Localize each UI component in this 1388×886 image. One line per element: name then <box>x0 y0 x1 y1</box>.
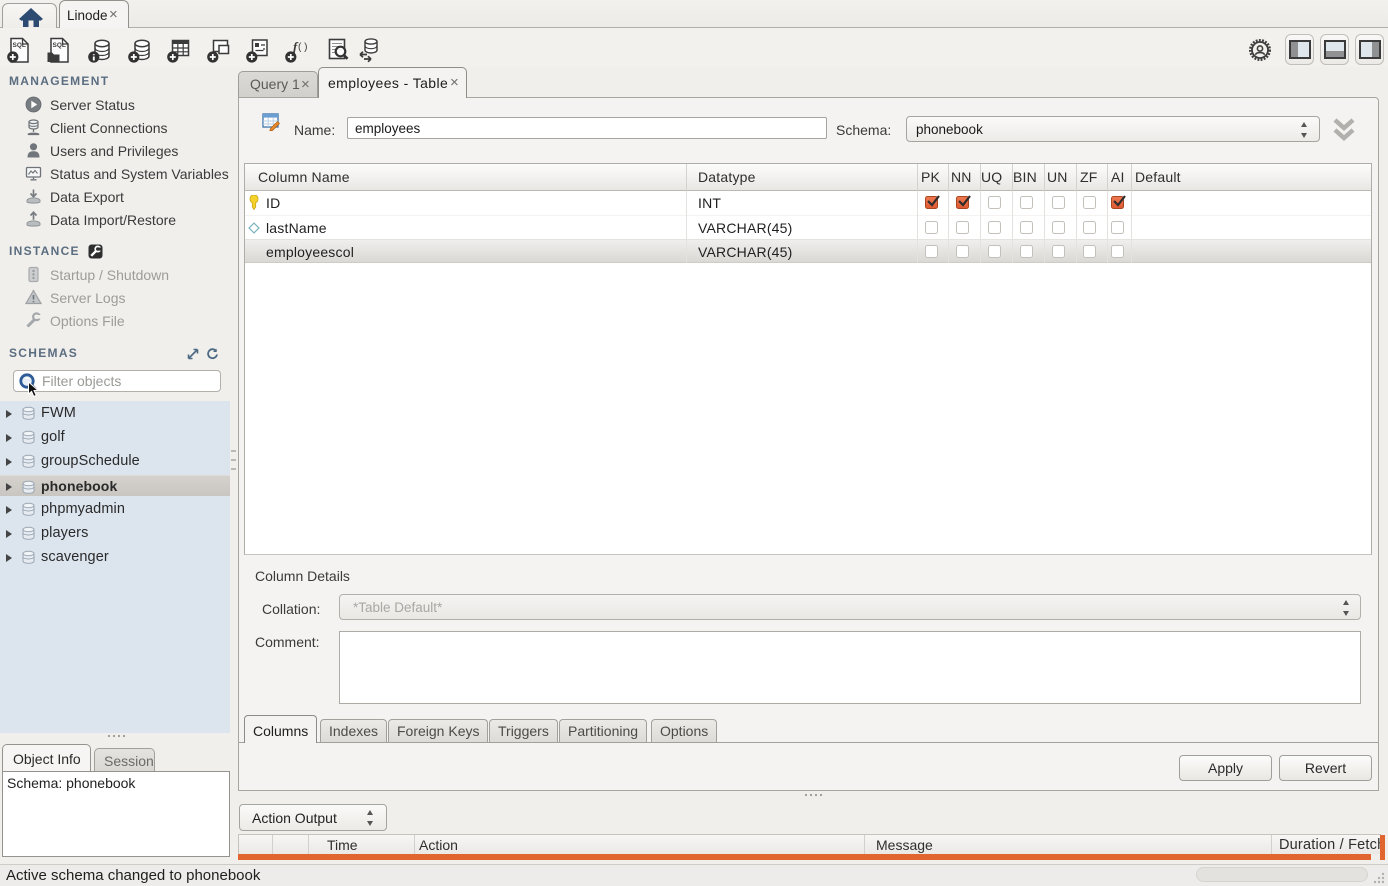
svg-text:SQL: SQL <box>13 42 26 49</box>
svg-text:SQL: SQL <box>53 42 66 49</box>
svg-text:( ): ( ) <box>298 42 307 53</box>
